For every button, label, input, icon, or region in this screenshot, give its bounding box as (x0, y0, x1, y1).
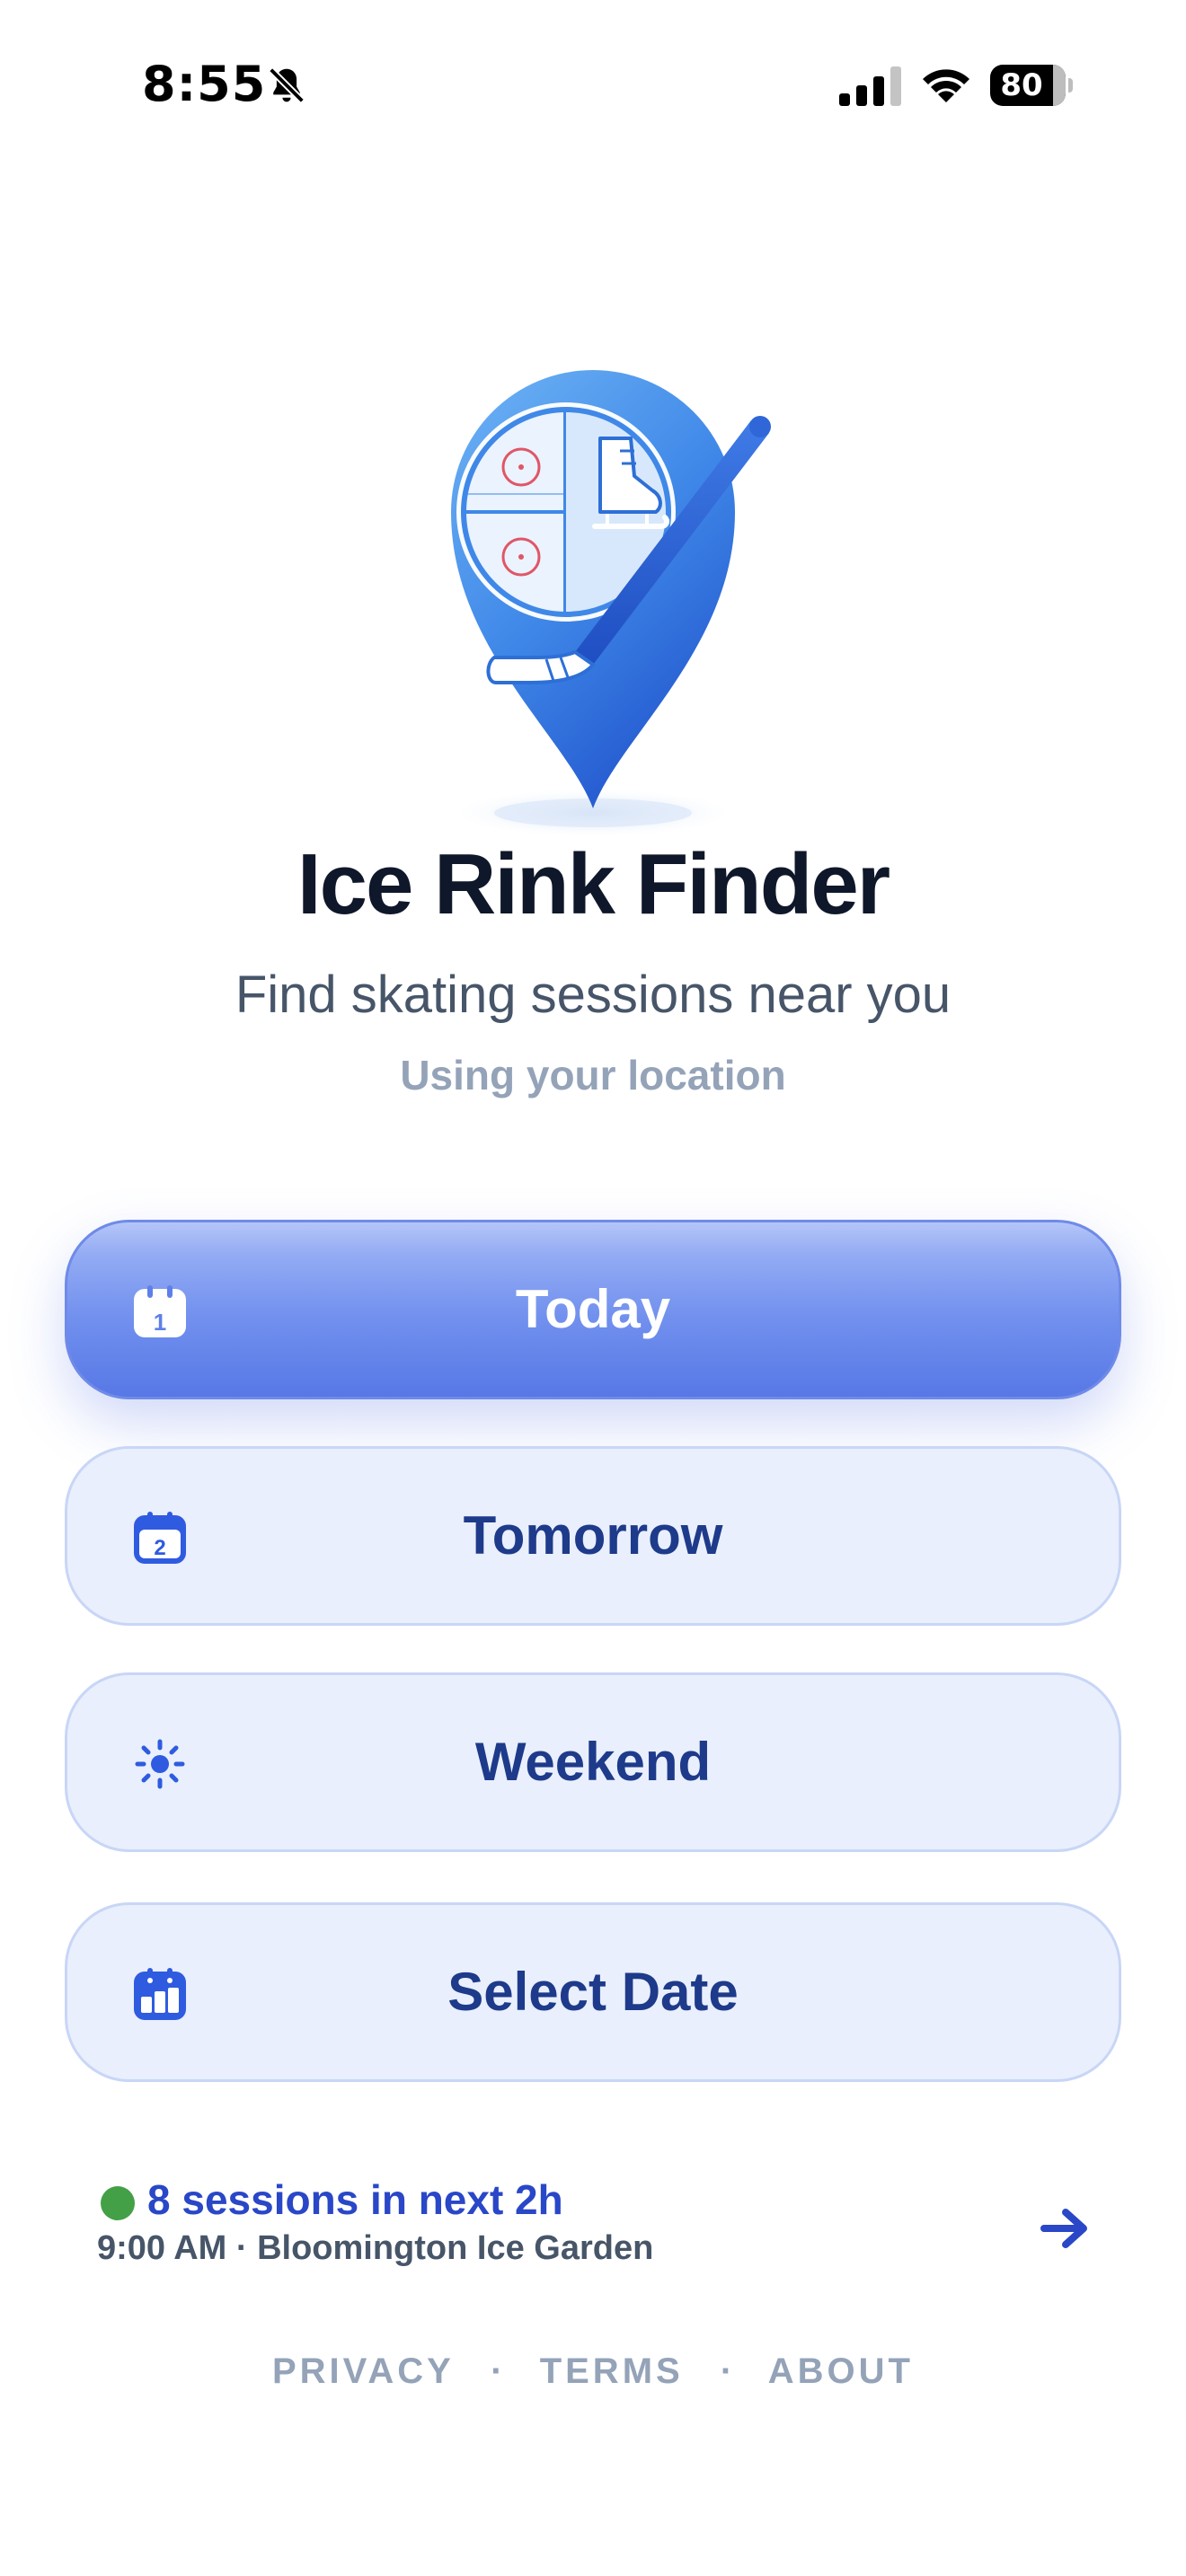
select-date-button[interactable]: Select Date (65, 1902, 1121, 2082)
weekend-label: Weekend (474, 1732, 712, 1792)
wifi-icon (923, 69, 969, 102)
today-button[interactable]: 1 Today (65, 1220, 1121, 1399)
status-time: 8:55 (142, 56, 267, 112)
bell-slash-icon (269, 67, 305, 103)
upcoming-sessions-banner[interactable]: 8 sessions in next 2h 9:00 AM · Blooming… (97, 2174, 1094, 2290)
privacy-link[interactable]: PRIVACY (272, 2351, 454, 2391)
today-label: Today (515, 1279, 671, 1339)
live-status-dot (101, 2186, 135, 2220)
footer-links: PRIVACY · TERMS · ABOUT (0, 2351, 1186, 2392)
sessions-count: 8 sessions in next 2h (147, 2176, 563, 2223)
footer-separator: · (720, 2351, 733, 2391)
arrow-right-icon[interactable] (1039, 2206, 1091, 2251)
cellular-signal-icon (839, 66, 901, 106)
terms-link[interactable]: TERMS (540, 2351, 684, 2391)
footer-separator: · (491, 2351, 503, 2391)
about-link[interactable]: ABOUT (768, 2351, 914, 2391)
status-bar: 8:55 80 (0, 0, 1186, 171)
next-session-info: 9:00 AM · Bloomington Ice Garden (97, 2229, 654, 2267)
battery-level: 80 (1000, 67, 1043, 103)
app-logo (451, 370, 771, 836)
tomorrow-label: Tomorrow (463, 1505, 723, 1566)
app-screen: 8:55 80 Ice Rink Finder Find skating ses… (0, 0, 1186, 2576)
app-subtitle: Find skating sessions near you (235, 966, 951, 1024)
select-date-label: Select Date (447, 1962, 739, 2022)
weekend-button[interactable]: Weekend (65, 1672, 1121, 1852)
app-title: Ice Rink Finder (296, 836, 890, 932)
location-status: Using your location (400, 1052, 786, 1098)
tomorrow-button[interactable]: 2 Tomorrow (65, 1446, 1121, 1626)
battery-icon: 80 (990, 65, 1073, 106)
